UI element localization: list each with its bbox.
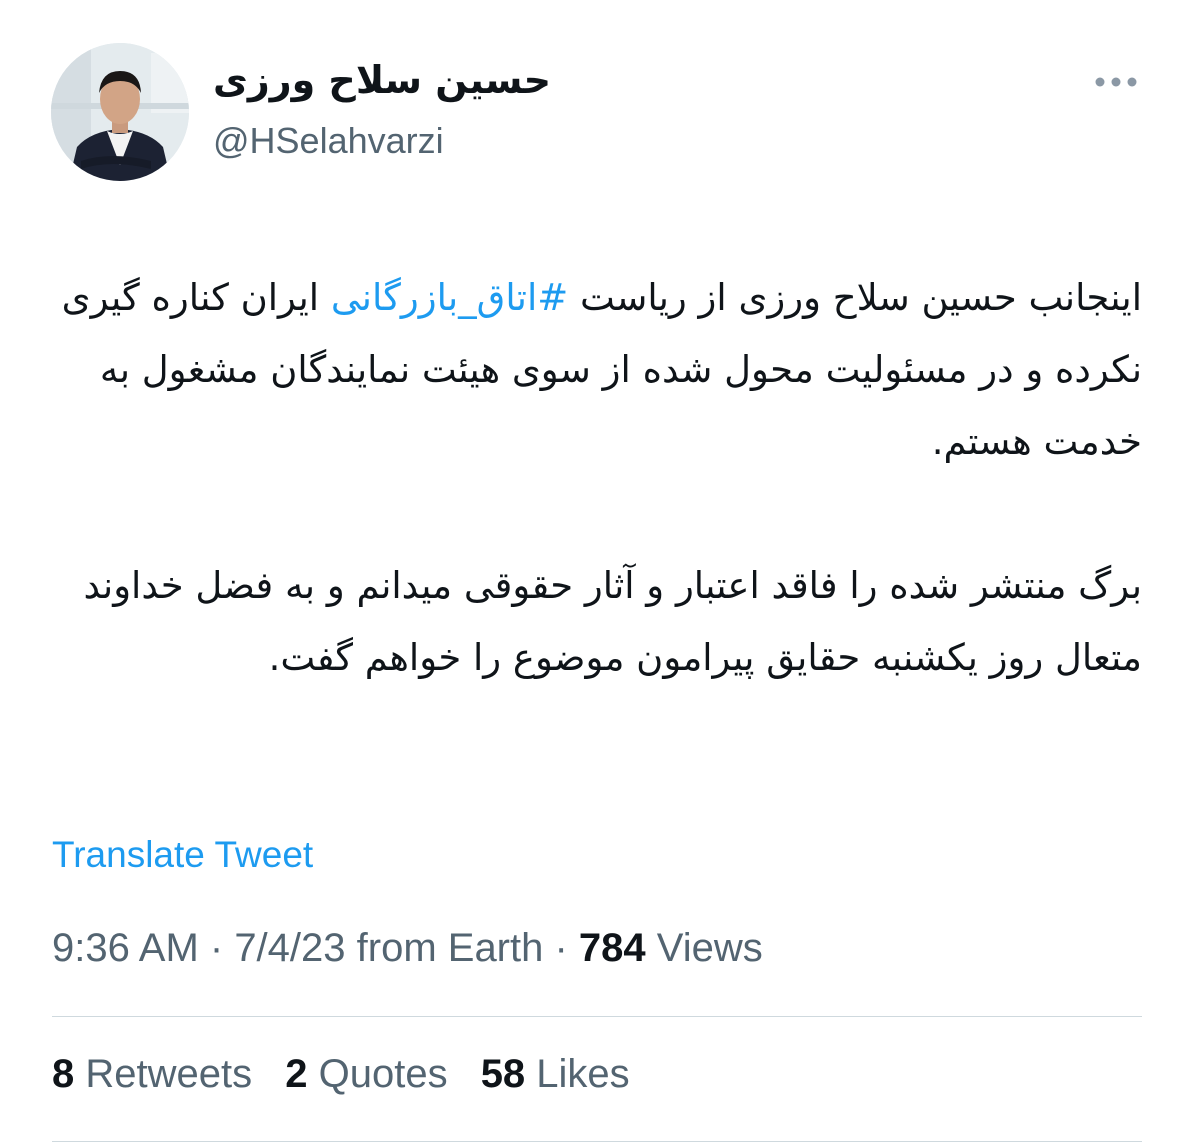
tweet-metadata: 9:36 AM · 7/4/23 from Earth · 784 Views — [52, 926, 763, 971]
quotes-count: 2 — [285, 1052, 308, 1096]
engagement-stats: 8 Retweets 2 Quotes 58 Likes — [52, 1052, 652, 1097]
author-handle[interactable]: @HSelahvarzi — [213, 120, 444, 162]
hashtag-link[interactable]: #اتاق_بازرگانی — [331, 276, 568, 319]
author-display-name[interactable]: حسین سلاح ورزی — [213, 58, 551, 102]
avatar-photo — [51, 43, 189, 181]
divider — [52, 1141, 1142, 1142]
retweets-label: Retweets — [74, 1052, 253, 1096]
tweet-paragraph-2: برگ منتشر شده را فاقد اعتبار و آثار حقوق… — [83, 564, 1142, 679]
retweets-count: 8 — [52, 1052, 75, 1096]
tweet-time[interactable]: 9:36 AM — [52, 926, 199, 970]
meta-separator: · — [198, 926, 235, 970]
likes-stat[interactable]: 58 Likes — [481, 1052, 630, 1097]
retweets-stat[interactable]: 8 Retweets — [52, 1052, 252, 1097]
tweet-paragraph-1: اینجانب حسین سلاح ورزی از ریاست #اتاق_با… — [52, 262, 1142, 478]
tweet-source: from Earth — [345, 926, 544, 970]
tweet-text-part: اینجانب حسین سلاح ورزی از ریاست — [568, 276, 1142, 319]
avatar[interactable] — [51, 43, 189, 181]
tweet-card: حسین سلاح ورزی @HSelahvarzi اینجانب حسین… — [0, 0, 1200, 1144]
tweet-date[interactable]: 7/4/23 — [234, 926, 345, 970]
views-label: Views — [645, 926, 763, 970]
translate-tweet-link[interactable]: Translate Tweet — [52, 834, 313, 876]
divider — [52, 1016, 1142, 1017]
likes-count: 58 — [480, 1052, 526, 1096]
likes-label: Likes — [525, 1052, 630, 1096]
more-dots-icon — [1095, 77, 1137, 87]
quotes-stat[interactable]: 2 Quotes — [285, 1052, 447, 1097]
views-count: 784 — [578, 926, 646, 970]
quotes-label: Quotes — [307, 1052, 448, 1096]
meta-separator: · — [543, 926, 579, 970]
more-options-button[interactable] — [1092, 66, 1140, 98]
tweet-text: اینجانب حسین سلاح ورزی از ریاست #اتاق_با… — [52, 262, 1142, 694]
